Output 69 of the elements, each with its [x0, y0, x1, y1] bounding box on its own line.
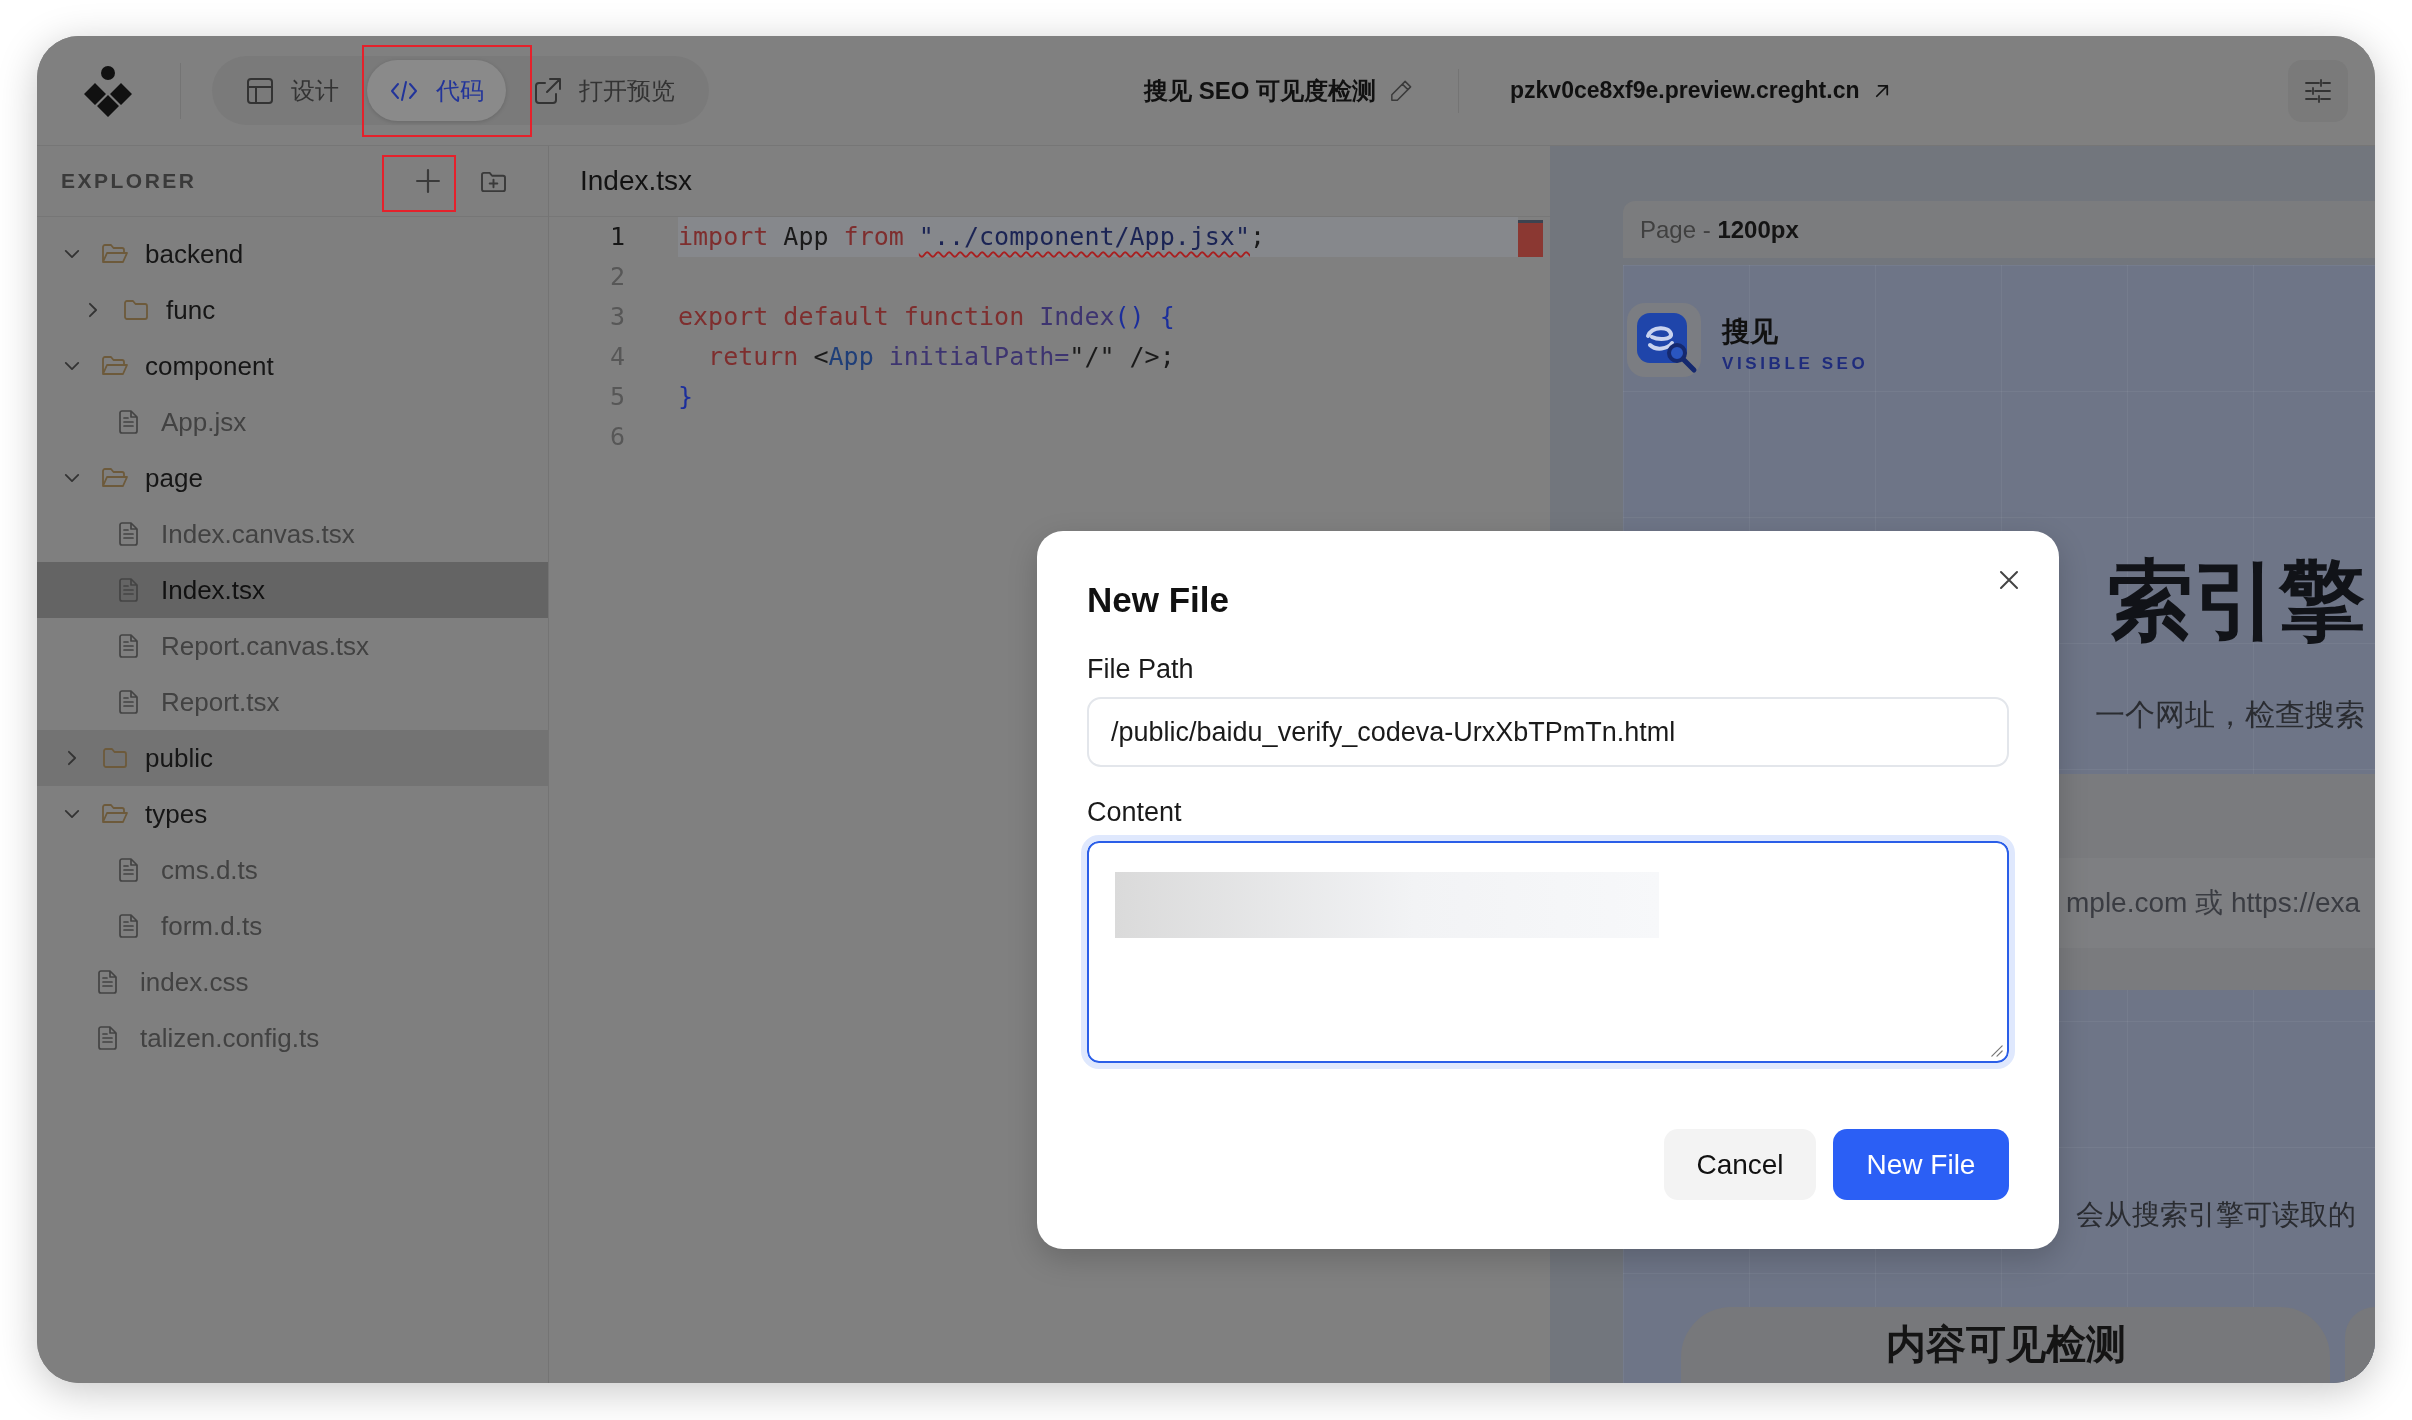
input-field[interactable]: /public/baidu_verify_codeva-UrxXbTPmTn.html — [1087, 697, 2009, 767]
tree-item[interactable]: Index.canvas.tsx — [37, 506, 548, 562]
preview-url-link[interactable]: pzkv0ce8xf9e.preview.creght.cn — [1510, 77, 1890, 104]
dialog-title: New File — [1087, 579, 1229, 621]
textarea-field[interactable] — [1081, 835, 2015, 1069]
file-icon — [119, 858, 139, 882]
brand-tagline: VISIBLE SEO — [1722, 353, 1869, 375]
preview-text: 会从搜索引擎可读取的 — [2076, 1198, 2356, 1232]
magnifier-logo-icon — [1627, 303, 1701, 377]
file-icon — [119, 522, 139, 546]
code-line: export default function Index() { — [678, 301, 1176, 333]
tree-item[interactable]: Report.tsx — [37, 674, 548, 730]
code-line: return <App initialPath="/" />; — [707, 341, 1176, 373]
hero-heading: 索引擎 — [2107, 551, 2365, 650]
folder-plus-icon — [479, 169, 507, 193]
file-icon — [119, 914, 139, 938]
url-input[interactable]: mple.com 或 https://exa — [2059, 858, 2375, 948]
code-icon — [390, 79, 418, 102]
code-line: } — [678, 381, 695, 413]
tree-item[interactable]: func — [37, 282, 548, 338]
chevron-down-icon[interactable] — [64, 249, 80, 259]
sliders-icon — [2305, 79, 2331, 102]
chevron-right-icon[interactable] — [88, 302, 98, 318]
tree-item[interactable]: page — [37, 450, 548, 506]
tree-item[interactable]: cms.d.ts — [37, 842, 548, 898]
file-icon — [119, 578, 139, 602]
close-icon — [1999, 570, 2019, 590]
panel-title: EXPLORER — [61, 169, 197, 193]
hero-subtitle: 一个网址，检查搜索 — [2095, 697, 2365, 733]
field-label: File Path — [1087, 653, 1194, 686]
layout-icon — [247, 77, 273, 104]
chevron-down-icon[interactable] — [64, 473, 80, 483]
chevron-down-icon[interactable] — [64, 361, 80, 371]
card-heading: 内容可见检测 — [1885, 1321, 2126, 1368]
line-number: 1 — [608, 221, 625, 253]
view-tab[interactable]: 设计 — [224, 60, 361, 121]
diamond-logo-icon — [82, 64, 134, 117]
file-icon — [98, 1026, 118, 1050]
external-link-icon — [535, 77, 561, 104]
file-icon — [119, 634, 139, 658]
tree-item[interactable]: public — [37, 730, 548, 786]
settings-button[interactable] — [2288, 59, 2348, 122]
view-tab[interactable]: 打开预览 — [512, 60, 697, 121]
field-label: Content — [1087, 796, 1182, 829]
pencil-icon[interactable] — [1390, 79, 1413, 102]
file-icon — [119, 410, 139, 434]
file-icon — [98, 970, 118, 994]
tree-item[interactable]: form.d.ts — [37, 898, 548, 954]
tree-item[interactable]: component — [37, 338, 548, 394]
tree-item[interactable]: Index.tsx — [37, 562, 548, 618]
project-title: 搜见 SEO 可见度检测 — [1144, 75, 1377, 106]
secondary-button[interactable]: Cancel — [1664, 1129, 1816, 1200]
editor-filename: Index.tsx — [580, 165, 693, 197]
tree-item[interactable]: Report.canvas.tsx — [37, 618, 548, 674]
chevron-down-icon[interactable] — [64, 809, 80, 819]
tree-item[interactable]: types — [37, 786, 548, 842]
chevron-right-icon[interactable] — [67, 750, 77, 766]
tree-item[interactable]: index.css — [37, 954, 548, 1010]
tree-item[interactable]: App.jsx — [37, 394, 548, 450]
viewport-label-bar: Page - 1200px — [1623, 201, 2375, 258]
plus-icon — [416, 169, 440, 193]
tree-item[interactable]: talizen.config.ts — [37, 1010, 548, 1066]
file-icon — [119, 690, 139, 714]
primary-button[interactable]: New File — [1833, 1129, 2009, 1200]
brand-name: 搜见 — [1722, 315, 1778, 349]
arrow-up-right-icon — [1875, 83, 1890, 98]
view-tab[interactable]: 代码 — [367, 60, 506, 121]
tree-item[interactable]: backend — [37, 226, 548, 282]
resize-handle-icon[interactable] — [1991, 1045, 2003, 1057]
